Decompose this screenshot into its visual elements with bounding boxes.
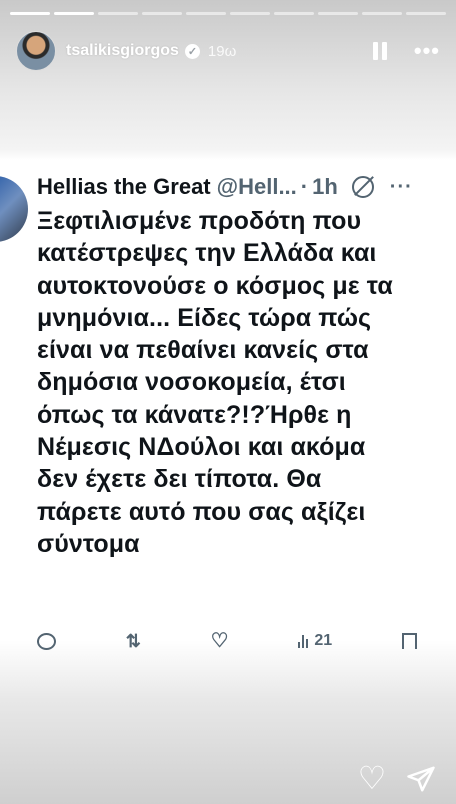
story-timestamp: 19ω (207, 42, 237, 60)
progress-segment (230, 12, 270, 15)
progress-segment (406, 12, 446, 15)
tweet-actions: ⇅ ♡ 21 (37, 630, 417, 652)
like-action: ♡ (211, 631, 229, 651)
pause-icon[interactable] (372, 42, 388, 60)
reply-action (37, 632, 56, 650)
progress-segment (186, 12, 226, 15)
like-icon: ♡ (210, 630, 229, 652)
progress-segment (318, 12, 358, 15)
reply-icon (37, 632, 56, 650)
tweet-author-name: Hellias the Great (37, 174, 211, 199)
story-view: tsalikisgiorgos ✓ 19ω ••• Hellias the Gr… (0, 0, 456, 804)
tweet-timestamp: 1h (312, 174, 338, 199)
views-count: 21 (314, 632, 333, 649)
tweet-author-avatar (0, 176, 28, 242)
progress-segment (362, 12, 402, 15)
tweet-text: Ξεφτιλισμένε προδότη που κατέστρεψες την… (37, 207, 393, 558)
tweet-screenshot: Hellias the Great @Hell... · 1h ··· Ξεφτ… (0, 160, 456, 680)
heart-icon[interactable]: ♡ (356, 762, 388, 794)
story-username[interactable]: tsalikisgiorgos (66, 42, 179, 60)
progress-segment (10, 12, 50, 15)
bookmark-action (401, 633, 417, 649)
bookmark-icon (401, 633, 417, 649)
retweet-icon: ⇅ (125, 631, 141, 651)
story-progress-bar (10, 12, 446, 15)
send-icon[interactable] (406, 764, 436, 794)
tweet-separator: · (300, 174, 309, 199)
more-icon: ··· (389, 175, 413, 198)
progress-segment (98, 12, 138, 15)
progress-segment (54, 12, 94, 15)
mute-icon (351, 176, 374, 198)
views-icon (298, 634, 309, 648)
tweet-header: Hellias the Great @Hell... · 1h ··· (37, 174, 442, 200)
story-avatar[interactable] (16, 31, 56, 71)
progress-segment (274, 12, 314, 15)
retweet-action: ⇅ (126, 632, 141, 650)
tweet-author-handle: @Hell... (216, 174, 297, 199)
more-icon[interactable]: ••• (414, 40, 440, 62)
views-action: 21 (298, 632, 332, 650)
progress-segment (142, 12, 182, 15)
story-header: tsalikisgiorgos ✓ 19ω ••• (16, 30, 440, 72)
verified-badge-icon: ✓ (184, 43, 200, 59)
